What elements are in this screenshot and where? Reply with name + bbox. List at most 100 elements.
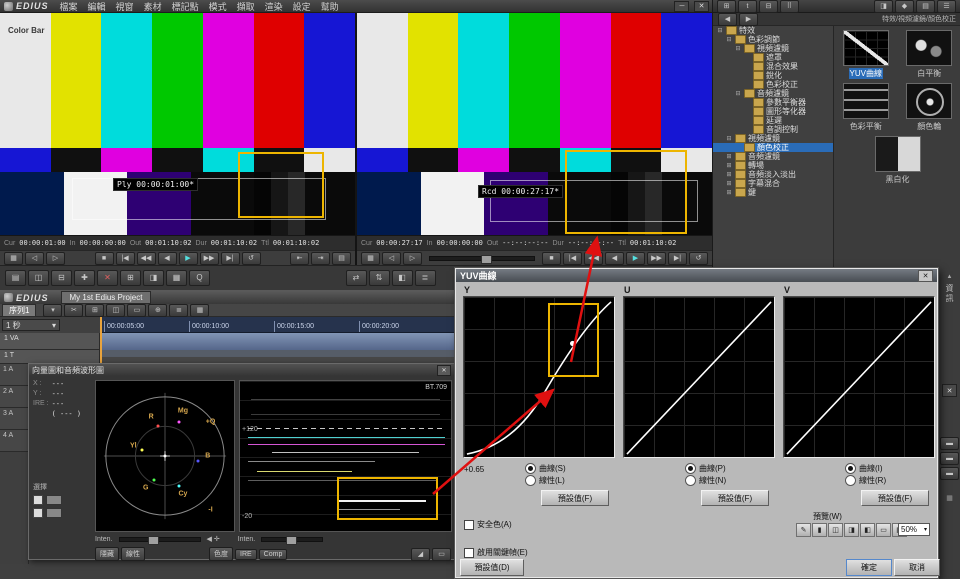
tbtn-item[interactable]: ▭ — [432, 548, 451, 561]
stop-button[interactable]: ■ — [542, 252, 561, 265]
minimize-button[interactable]: ─ — [674, 1, 689, 12]
stop-button[interactable]: ■ — [95, 252, 114, 265]
tbtn-item[interactable]: ◧ — [392, 270, 413, 286]
tree-expander-icon[interactable]: ⊞ — [725, 162, 733, 169]
tbtn-item[interactable]: ▬ — [940, 437, 959, 450]
y-preset-button[interactable]: 預設值(F) — [541, 490, 609, 506]
tbtn-item[interactable]: ⇄ — [346, 270, 367, 286]
effect-thumbnail-color-wheel[interactable]: 顏色輪 — [901, 83, 957, 132]
mi-item[interactable]: 設定 — [288, 2, 316, 12]
preview-zoom-dropdown[interactable]: 50% ▾ — [898, 523, 930, 536]
tree-item[interactable]: ⊞鍵 — [713, 188, 833, 197]
play-button[interactable]: ▶ — [626, 252, 645, 265]
waveform-intensity-slider[interactable] — [261, 537, 323, 542]
mi-item[interactable]: 檔案 — [55, 2, 83, 12]
curve-radio[interactable] — [845, 463, 856, 474]
curve-radio[interactable] — [685, 463, 696, 474]
tbtn-item[interactable]: ▬ — [940, 467, 959, 480]
tbtn-item[interactable]: ▤ — [332, 252, 351, 265]
tree-expander-icon[interactable]: ⊞ — [725, 153, 733, 160]
ok-button[interactable]: 確定 — [846, 559, 892, 576]
enable-keyframe-checkbox[interactable] — [464, 548, 474, 558]
tbtn-item[interactable]: ⊞ — [717, 0, 736, 13]
sbtn-item[interactable]: 線性 — [121, 547, 145, 561]
tbtn-item[interactable]: ▤ — [916, 0, 935, 13]
tbtn-item[interactable]: ⊟ — [759, 0, 778, 13]
tree-expander-icon[interactable]: ⊟ — [725, 135, 733, 142]
sbtn-item[interactable]: 色度 — [209, 547, 233, 561]
tbtn-item[interactable]: ▬ — [940, 452, 959, 465]
trkrow-item[interactable]: 4 A — [0, 430, 28, 452]
u-preset-button[interactable]: 預設值(F) — [701, 490, 769, 506]
tbtn-item[interactable]: ⊕ — [148, 304, 167, 317]
tbtn-item[interactable]: ▤ — [5, 270, 26, 286]
tbtn-item[interactable]: ▶ — [739, 13, 758, 26]
tbtn-item[interactable]: ◀ — [718, 13, 737, 26]
effect-thumbnail-white-balance[interactable]: 白平衡 — [901, 30, 957, 79]
tree-expander-icon[interactable]: ⊟ — [734, 45, 742, 52]
linear-radio[interactable] — [685, 475, 696, 486]
default-button[interactable]: 預設值(D) — [460, 559, 524, 576]
mi-item[interactable]: 模式 — [204, 2, 232, 12]
tbtn-item[interactable]: ≣ — [169, 304, 188, 317]
tree-item[interactable]: ⊞字幕混合 — [713, 179, 833, 188]
tbtn-item[interactable]: ⊞ — [120, 270, 141, 286]
tbtn-item[interactable]: ◫ — [106, 304, 125, 317]
sequence-tab[interactable]: 序列1 — [2, 304, 36, 317]
effect-thumbnail-monochrome[interactable]: 黑白化 — [870, 136, 926, 185]
timescale-dropdown[interactable]: 1 秒 ▾ — [2, 319, 60, 331]
track-header-t[interactable]: 1 T — [0, 350, 100, 364]
tree-expander-icon[interactable]: ⊟ — [725, 36, 733, 43]
goto-in-button[interactable]: |◀ — [563, 252, 582, 265]
sbtn-item[interactable]: IRE — [235, 549, 257, 560]
mi-item[interactable]: 渲染 — [260, 2, 288, 12]
tbtn-item[interactable]: ◁ — [25, 252, 44, 265]
tbtn-item[interactable]: ▷ — [46, 252, 65, 265]
select-checkbox-2[interactable] — [33, 508, 43, 518]
pbtn-item[interactable]: ◫ — [828, 523, 843, 537]
position-slider-handle[interactable] — [481, 255, 492, 264]
tbtn-item[interactable]: ⇥ — [311, 252, 330, 265]
sbtn-item[interactable]: 隱藏 — [95, 547, 119, 561]
goto-out-button[interactable]: ▶| — [221, 252, 240, 265]
tbtn-item[interactable]: ✚ — [74, 270, 95, 286]
rewind-button[interactable]: ◀◀ — [137, 252, 156, 265]
tbtn-item[interactable]: ⇤ — [290, 252, 309, 265]
play-button[interactable]: ▶ — [179, 252, 198, 265]
step-back-button[interactable]: ◀ — [605, 252, 624, 265]
mi-item[interactable]: 擷取 — [232, 2, 260, 12]
tbtn-item[interactable]: ▭ — [127, 304, 146, 317]
loop-button[interactable]: ↺ — [242, 252, 261, 265]
pbtn-item[interactable]: ▭ — [876, 523, 891, 537]
position-slider[interactable] — [429, 256, 535, 261]
close-button[interactable]: ✕ — [694, 1, 709, 12]
tree-expander-icon[interactable]: ⊞ — [725, 171, 733, 178]
timeline-playhead[interactable] — [100, 317, 102, 363]
pan-icons[interactable]: ◀ ✛ — [207, 535, 220, 543]
tbtn-item[interactable]: ⊞ — [85, 304, 104, 317]
tbtn-item[interactable]: ⇅ — [369, 270, 390, 286]
info-palette-tab[interactable]: 資訊 — [944, 284, 955, 304]
mi-item[interactable]: 素材 — [139, 2, 167, 12]
fast-forward-button[interactable]: ▶▶ — [200, 252, 219, 265]
trkrow-item[interactable]: 3 A — [0, 408, 28, 430]
tree-expander-icon[interactable]: ⊟ — [734, 90, 742, 97]
slider-handle[interactable] — [286, 536, 297, 545]
tbtn-item[interactable]: ▷ — [403, 252, 422, 265]
pbtn-item[interactable]: ✎ — [796, 523, 811, 537]
tree-expander-icon[interactable]: ⊞ — [725, 189, 733, 196]
tbtn-item[interactable]: ▦ — [361, 252, 380, 265]
tbtn-item[interactable]: ✂ — [64, 304, 83, 317]
y-curve-editor[interactable] — [463, 296, 615, 458]
tbtn-item[interactable]: ◨ — [143, 270, 164, 286]
tbtn-item[interactable]: ⠿ — [780, 0, 799, 13]
sbtn-item[interactable]: Comp — [259, 549, 288, 560]
effect-thumbnail-color-balance[interactable]: 色彩平衡 — [838, 83, 894, 132]
linear-radio[interactable] — [525, 475, 536, 486]
loop-button[interactable]: ↺ — [689, 252, 708, 265]
mi-item[interactable]: 編輯 — [83, 2, 111, 12]
pbtn-item[interactable]: ▮ — [812, 523, 827, 537]
palette-close-button[interactable]: ✕ — [942, 384, 957, 397]
scroll-up-icon[interactable]: ▲ — [947, 274, 953, 280]
tree-expander-icon[interactable]: ⊞ — [725, 180, 733, 187]
